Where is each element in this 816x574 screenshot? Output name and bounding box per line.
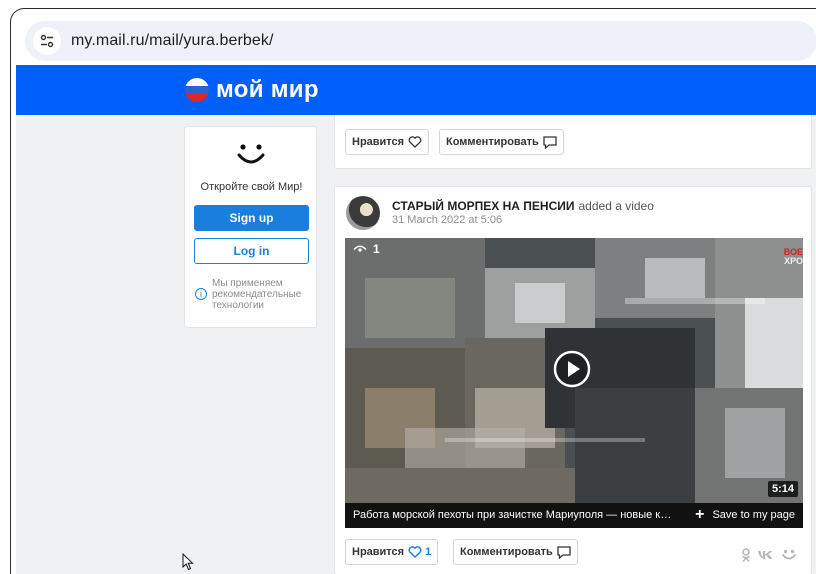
like-label: Нравится <box>352 136 405 148</box>
moymir-icon[interactable] <box>781 549 797 561</box>
comment-button[interactable]: Комментировать <box>453 539 578 565</box>
like-count: 1 <box>425 546 432 558</box>
address-bar[interactable]: my.mail.ru/mail/yura.berbek/ <box>25 21 816 61</box>
video-title[interactable]: Работа морской пехоты при зачистке Мариу… <box>353 509 673 521</box>
site-logo[interactable]: мой мир <box>184 75 319 105</box>
url-text[interactable]: my.mail.ru/mail/yura.berbek/ <box>71 32 274 50</box>
card-title: Откройте свой Мир! <box>200 181 303 193</box>
info-icon[interactable]: i <box>195 288 207 300</box>
comment-icon <box>557 545 571 559</box>
browser-window: my.mail.ru/mail/yura.berbek/ мой мир Отк… <box>10 8 816 574</box>
share-icons <box>741 548 797 562</box>
ok-icon[interactable] <box>741 548 751 562</box>
vk-icon[interactable] <box>757 550 775 560</box>
like-button[interactable]: Нравится 1 <box>345 539 439 565</box>
comment-icon <box>543 135 557 149</box>
save-label: Save to my page <box>712 509 795 521</box>
log-in-button[interactable]: Log in <box>194 238 309 264</box>
save-to-my-page-button[interactable]: + Save to my page <box>695 506 795 524</box>
page-content: Откройте свой Мир! Sign up Log in i Мы п… <box>16 115 816 574</box>
heart-icon <box>408 136 422 148</box>
post-author[interactable]: СТАРЫЙ МОРПЕХ НА ПЕНСИИ added a video <box>392 199 654 213</box>
video-post: СТАРЫЙ МОРПЕХ НА ПЕНСИИ added a video 31 … <box>334 186 812 574</box>
channel-watermark: ВОЕ ХРО <box>784 248 803 266</box>
view-count: 1 <box>373 242 380 256</box>
post-action: added a video <box>578 199 654 213</box>
signup-card: Откройте свой Мир! Sign up Log in i Мы п… <box>184 126 317 328</box>
view-counter: 1 <box>353 242 380 256</box>
author-name[interactable]: СТАРЫЙ МОРПЕХ НА ПЕНСИИ <box>392 199 575 213</box>
previous-post-footer: Нравится Комментировать <box>334 115 812 169</box>
russian-flag-logo-icon <box>185 78 209 102</box>
video-player[interactable]: 1 ВОЕ ХРО 5:14 Работа морской пехоты при… <box>345 238 803 528</box>
post-date[interactable]: 31 March 2022 at 5:06 <box>392 214 502 226</box>
mouse-cursor-icon <box>182 553 194 571</box>
like-button[interactable]: Нравится <box>345 129 430 155</box>
sign-up-button[interactable]: Sign up <box>194 205 309 231</box>
author-avatar[interactable] <box>346 196 380 230</box>
logo-text: мой мир <box>216 76 319 103</box>
heart-icon <box>408 546 422 558</box>
recommendation-info-text[interactable]: Мы применяем рекомендательные технологии <box>212 278 318 311</box>
channel-tag-bottom: ХРО <box>784 256 803 266</box>
smiley-icon <box>237 144 265 164</box>
comment-label: Комментировать <box>446 136 539 148</box>
video-caption-bar: Работа морской пехоты при зачистке Мариу… <box>345 503 803 528</box>
play-icon[interactable] <box>552 349 592 389</box>
plus-icon: + <box>695 506 705 523</box>
comment-label: Комментировать <box>460 546 553 558</box>
tune-icon[interactable] <box>33 27 61 55</box>
eye-icon <box>353 245 367 252</box>
site-header: мой мир <box>16 65 816 115</box>
like-label: Нравится <box>352 546 405 558</box>
comment-button[interactable]: Комментировать <box>439 129 564 155</box>
video-duration: 5:14 <box>767 481 798 497</box>
